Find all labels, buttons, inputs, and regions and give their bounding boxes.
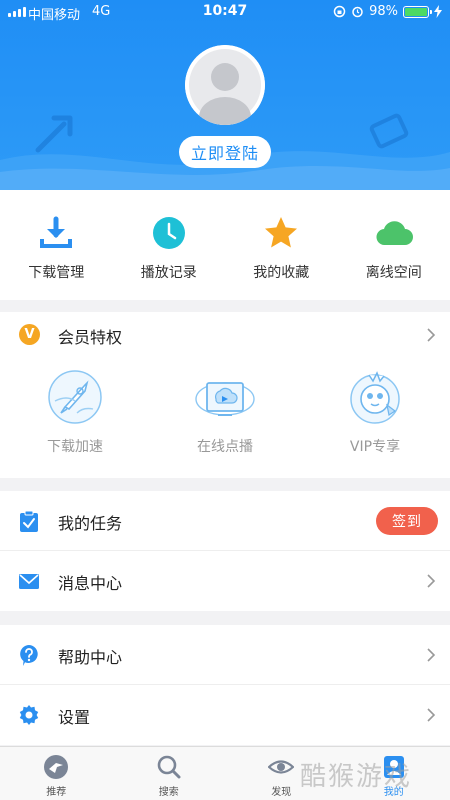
list-group-tasks: 我的任务 签到 消息中心	[0, 491, 450, 611]
vip-item-exclusive[interactable]: VIP专享	[300, 366, 450, 456]
list-item-label: 我的任务	[58, 514, 123, 533]
cloud-icon	[375, 214, 413, 252]
chevron-right-icon	[427, 574, 436, 588]
avatar[interactable]	[185, 45, 265, 125]
status-bar: 中国移动 4G 10:47 98%	[0, 0, 450, 24]
download-icon	[37, 214, 75, 252]
clock-icon	[150, 214, 188, 252]
tab-label: 搜索	[158, 787, 179, 798]
list-item-help[interactable]: 帮助中心	[0, 625, 450, 685]
search-icon	[157, 755, 181, 779]
watermark-text: 酷猴游戏	[300, 761, 413, 792]
vip-item-download-speed[interactable]: 下载加速	[0, 366, 150, 456]
gear-icon	[19, 705, 39, 725]
list-item-label: 帮助中心	[58, 648, 123, 667]
quick-action-favorites[interactable]: 我的收藏	[225, 190, 338, 300]
tab-label: 推荐	[46, 787, 67, 798]
battery-icon	[403, 5, 432, 18]
quick-action-label: 下载管理	[28, 265, 85, 281]
chevron-right-icon	[427, 328, 436, 342]
battery-percentage: 98%	[369, 4, 398, 19]
quick-action-label: 离线空间	[365, 265, 422, 281]
vip-item-label: 下载加速	[47, 439, 103, 455]
vip-item-label: VIP专享	[349, 439, 401, 455]
ticket-decoration-icon	[369, 113, 409, 149]
list-group-support: 帮助中心 设置	[0, 625, 450, 745]
login-button[interactable]: 立即登陆	[179, 136, 271, 168]
chevron-right-icon	[427, 708, 436, 722]
tab-search[interactable]: 搜索	[113, 747, 226, 800]
vip-header-row[interactable]: V 会员特权	[0, 312, 450, 358]
vip-title: 会员特权	[58, 328, 123, 347]
rocket-icon	[44, 366, 106, 428]
quick-action-offline[interactable]: 离线空间	[338, 190, 450, 300]
clipboard-check-icon	[20, 510, 38, 532]
list-item-label: 消息中心	[58, 574, 123, 593]
charging-bolt-icon	[434, 5, 442, 18]
quick-action-downloads[interactable]: 下载管理	[0, 190, 113, 300]
vip-item-online-play[interactable]: 在线点播	[150, 366, 300, 456]
alarm-icon	[352, 6, 363, 18]
help-bubble-icon	[20, 645, 38, 666]
quick-action-label: 播放记录	[140, 265, 197, 281]
list-item-settings[interactable]: 设置	[0, 685, 450, 745]
envelope-icon	[19, 574, 39, 589]
default-avatar-icon	[185, 45, 265, 125]
video-screen-icon	[194, 366, 256, 428]
vip-privileges-card: V 会员特权 下载加速 在线点播 VIP专享	[0, 312, 450, 478]
mascot-icon	[344, 366, 406, 428]
quick-action-label: 我的收藏	[253, 265, 310, 281]
vip-badge-icon: V	[19, 324, 40, 345]
quick-action-history[interactable]: 播放记录	[113, 190, 226, 300]
tab-recommend[interactable]: 推荐	[0, 747, 113, 800]
vip-item-label: 在线点播	[197, 439, 253, 455]
profile-header: 中国移动 4G 10:47 98% 立即登陆	[0, 0, 450, 190]
list-item-label: 设置	[58, 708, 91, 727]
chevron-right-icon	[427, 648, 436, 662]
orientation-lock-icon	[333, 5, 346, 18]
tab-label: 发现	[271, 787, 292, 798]
quick-actions: 下载管理 播放记录 我的收藏 离线空间	[0, 190, 450, 300]
checkin-button[interactable]: 签到	[376, 507, 438, 535]
bird-icon	[44, 755, 69, 779]
eye-icon	[268, 760, 295, 774]
list-item-messages[interactable]: 消息中心	[0, 551, 450, 611]
rocket-arrow-decoration-icon	[35, 115, 73, 153]
list-item-my-tasks[interactable]: 我的任务 签到	[0, 491, 450, 551]
star-icon	[262, 214, 300, 252]
